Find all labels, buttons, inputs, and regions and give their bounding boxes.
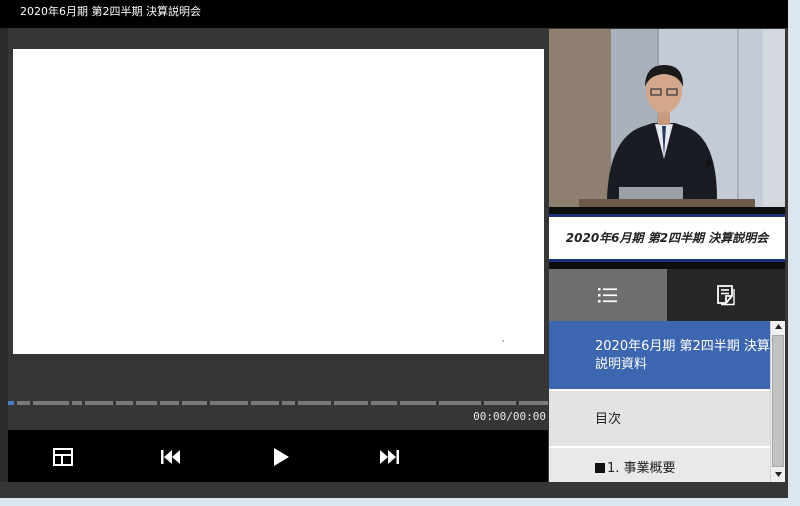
layout-button[interactable] [48, 442, 78, 472]
play-button[interactable] [265, 442, 295, 472]
seek-bar-segment [298, 401, 331, 405]
skip-next-icon [380, 450, 399, 464]
square-bullet-icon [595, 463, 605, 473]
seek-bar-segment [159, 401, 179, 405]
event-caption-text: 2020年6月期 第2四半期 決算説明会 [565, 231, 769, 245]
scroll-thumb[interactable] [772, 335, 784, 467]
speaker-video[interactable] [549, 29, 785, 207]
seek-bar-segment [84, 401, 113, 405]
toc-item-label: 2020年6月期 第2四半期 決算説明資料 [595, 339, 770, 372]
player-window: 2020年6月期 第2四半期 決算説明会 00:00/00:00 2020年6月… [0, 0, 788, 498]
tab-notes[interactable] [667, 269, 785, 321]
seek-bar[interactable] [8, 401, 548, 405]
seek-bar-segment [250, 401, 280, 405]
play-icon [274, 448, 289, 466]
toc-scrollbar[interactable] [770, 321, 785, 482]
toc-item-label: 1. 事業概要 [607, 461, 676, 476]
slide-mark [502, 340, 504, 342]
seek-bar-segment [8, 401, 14, 405]
time-display: 00:00/00:00 [473, 410, 546, 423]
next-button[interactable] [374, 442, 404, 472]
window-title: 2020年6月期 第2四半期 決算説明会 [0, 0, 788, 28]
seek-bar-segment [333, 401, 368, 405]
seek-bar-segment [32, 401, 70, 405]
seek-bar-segment [72, 401, 82, 405]
list-icon [598, 288, 617, 303]
seek-bar-segment [484, 401, 517, 405]
seek-bar-segment [136, 401, 157, 405]
seek-bar-segment [370, 401, 398, 405]
seek-bar-segment [282, 401, 296, 405]
bottom-strip [0, 482, 788, 498]
skip-previous-icon [161, 450, 180, 464]
toc-item[interactable]: 2020年6月期 第2四半期 決算説明資料 [549, 321, 770, 391]
tab-table-of-contents[interactable] [549, 269, 667, 321]
left-edge [0, 28, 8, 498]
previous-button[interactable] [156, 442, 186, 472]
layout-icon [53, 448, 73, 466]
notes-icon [717, 285, 735, 306]
seek-bar-segment [181, 401, 207, 405]
scroll-down-button[interactable] [771, 469, 785, 482]
seek-bar-segment [209, 401, 248, 405]
arrow-up-icon [774, 324, 782, 329]
toc-item[interactable]: 目次 [549, 391, 770, 448]
event-caption: 2020年6月期 第2四半期 決算説明会 [549, 214, 785, 262]
toc-list[interactable]: 2020年6月期 第2四半期 決算説明資料 目次 1. 事業概要 [549, 321, 770, 482]
seek-bar-segment [439, 401, 482, 405]
scroll-up-button[interactable] [771, 321, 785, 334]
seek-bar-segment [519, 401, 548, 405]
toc-item[interactable]: 1. 事業概要 [549, 448, 770, 482]
seek-bar-segment [115, 401, 134, 405]
arrow-down-icon [774, 472, 782, 477]
speaker-image [549, 29, 785, 207]
seek-bar-segment [16, 401, 30, 405]
seek-bar-segment [400, 401, 437, 405]
slide-viewer[interactable] [13, 49, 544, 354]
toc-item-label: 目次 [595, 412, 622, 427]
control-bar [8, 430, 548, 482]
